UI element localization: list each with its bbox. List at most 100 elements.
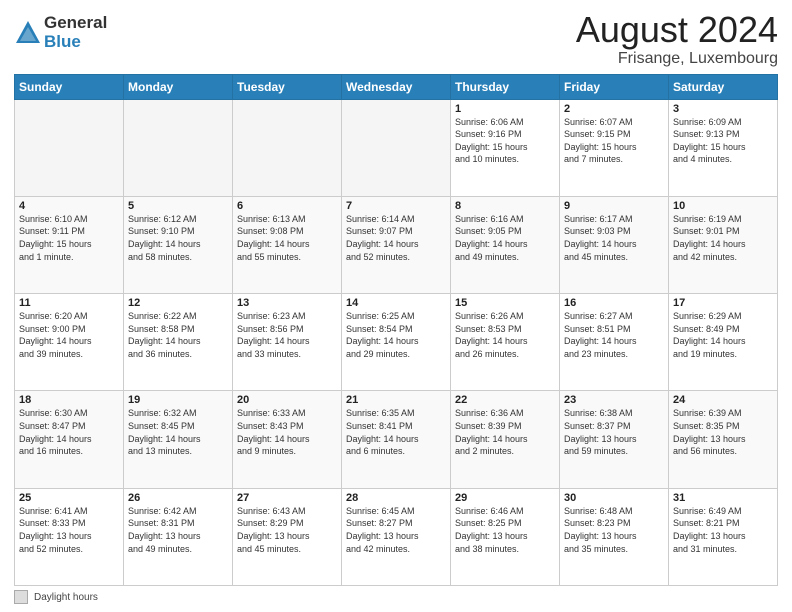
- calendar-header-row: Sunday Monday Tuesday Wednesday Thursday…: [15, 74, 778, 99]
- day-number: 30: [564, 492, 664, 504]
- month-title: August 2024: [576, 10, 778, 50]
- table-row: 4Sunrise: 6:10 AM Sunset: 9:11 PM Daylig…: [15, 196, 124, 293]
- day-info: Sunrise: 6:41 AM Sunset: 8:33 PM Dayligh…: [19, 505, 119, 555]
- day-number: 10: [673, 200, 773, 212]
- table-row: 3Sunrise: 6:09 AM Sunset: 9:13 PM Daylig…: [669, 99, 778, 196]
- col-wednesday: Wednesday: [342, 74, 451, 99]
- day-info: Sunrise: 6:14 AM Sunset: 9:07 PM Dayligh…: [346, 213, 446, 263]
- day-info: Sunrise: 6:16 AM Sunset: 9:05 PM Dayligh…: [455, 213, 555, 263]
- footer: Daylight hours: [14, 590, 778, 604]
- day-number: 16: [564, 297, 664, 309]
- day-number: 11: [19, 297, 119, 309]
- day-number: 24: [673, 394, 773, 406]
- day-number: 9: [564, 200, 664, 212]
- col-tuesday: Tuesday: [233, 74, 342, 99]
- day-number: 23: [564, 394, 664, 406]
- day-info: Sunrise: 6:13 AM Sunset: 9:08 PM Dayligh…: [237, 213, 337, 263]
- table-row: 12Sunrise: 6:22 AM Sunset: 8:58 PM Dayli…: [124, 294, 233, 391]
- table-row: 14Sunrise: 6:25 AM Sunset: 8:54 PM Dayli…: [342, 294, 451, 391]
- table-row: 25Sunrise: 6:41 AM Sunset: 8:33 PM Dayli…: [15, 488, 124, 585]
- day-info: Sunrise: 6:25 AM Sunset: 8:54 PM Dayligh…: [346, 310, 446, 360]
- location: Frisange, Luxembourg: [576, 50, 778, 68]
- title-block: August 2024 Frisange, Luxembourg: [576, 10, 778, 68]
- day-number: 21: [346, 394, 446, 406]
- day-number: 8: [455, 200, 555, 212]
- day-info: Sunrise: 6:07 AM Sunset: 9:15 PM Dayligh…: [564, 116, 664, 166]
- day-number: 27: [237, 492, 337, 504]
- table-row: 8Sunrise: 6:16 AM Sunset: 9:05 PM Daylig…: [451, 196, 560, 293]
- day-info: Sunrise: 6:45 AM Sunset: 8:27 PM Dayligh…: [346, 505, 446, 555]
- day-info: Sunrise: 6:49 AM Sunset: 8:21 PM Dayligh…: [673, 505, 773, 555]
- table-row: 28Sunrise: 6:45 AM Sunset: 8:27 PM Dayli…: [342, 488, 451, 585]
- day-number: 18: [19, 394, 119, 406]
- day-info: Sunrise: 6:27 AM Sunset: 8:51 PM Dayligh…: [564, 310, 664, 360]
- day-number: 2: [564, 103, 664, 115]
- day-number: 29: [455, 492, 555, 504]
- table-row: 21Sunrise: 6:35 AM Sunset: 8:41 PM Dayli…: [342, 391, 451, 488]
- day-info: Sunrise: 6:19 AM Sunset: 9:01 PM Dayligh…: [673, 213, 773, 263]
- col-monday: Monday: [124, 74, 233, 99]
- day-info: Sunrise: 6:20 AM Sunset: 9:00 PM Dayligh…: [19, 310, 119, 360]
- logo-general-text: General: [44, 14, 107, 33]
- day-info: Sunrise: 6:23 AM Sunset: 8:56 PM Dayligh…: [237, 310, 337, 360]
- table-row: 10Sunrise: 6:19 AM Sunset: 9:01 PM Dayli…: [669, 196, 778, 293]
- table-row: 15Sunrise: 6:26 AM Sunset: 8:53 PM Dayli…: [451, 294, 560, 391]
- day-info: Sunrise: 6:33 AM Sunset: 8:43 PM Dayligh…: [237, 407, 337, 457]
- table-row: [15, 99, 124, 196]
- day-number: 14: [346, 297, 446, 309]
- day-number: 12: [128, 297, 228, 309]
- table-row: 9Sunrise: 6:17 AM Sunset: 9:03 PM Daylig…: [560, 196, 669, 293]
- table-row: 19Sunrise: 6:32 AM Sunset: 8:45 PM Dayli…: [124, 391, 233, 488]
- table-row: 17Sunrise: 6:29 AM Sunset: 8:49 PM Dayli…: [669, 294, 778, 391]
- day-number: 15: [455, 297, 555, 309]
- day-info: Sunrise: 6:06 AM Sunset: 9:16 PM Dayligh…: [455, 116, 555, 166]
- day-number: 31: [673, 492, 773, 504]
- day-number: 20: [237, 394, 337, 406]
- day-info: Sunrise: 6:22 AM Sunset: 8:58 PM Dayligh…: [128, 310, 228, 360]
- day-info: Sunrise: 6:17 AM Sunset: 9:03 PM Dayligh…: [564, 213, 664, 263]
- calendar-week-row: 1Sunrise: 6:06 AM Sunset: 9:16 PM Daylig…: [15, 99, 778, 196]
- table-row: 20Sunrise: 6:33 AM Sunset: 8:43 PM Dayli…: [233, 391, 342, 488]
- table-row: [342, 99, 451, 196]
- table-row: 6Sunrise: 6:13 AM Sunset: 9:08 PM Daylig…: [233, 196, 342, 293]
- table-row: 26Sunrise: 6:42 AM Sunset: 8:31 PM Dayli…: [124, 488, 233, 585]
- table-row: 31Sunrise: 6:49 AM Sunset: 8:21 PM Dayli…: [669, 488, 778, 585]
- logo: General Blue: [14, 14, 107, 51]
- table-row: 11Sunrise: 6:20 AM Sunset: 9:00 PM Dayli…: [15, 294, 124, 391]
- day-info: Sunrise: 6:42 AM Sunset: 8:31 PM Dayligh…: [128, 505, 228, 555]
- day-info: Sunrise: 6:43 AM Sunset: 8:29 PM Dayligh…: [237, 505, 337, 555]
- header: General Blue August 2024 Frisange, Luxem…: [14, 10, 778, 68]
- col-thursday: Thursday: [451, 74, 560, 99]
- table-row: 30Sunrise: 6:48 AM Sunset: 8:23 PM Dayli…: [560, 488, 669, 585]
- day-info: Sunrise: 6:35 AM Sunset: 8:41 PM Dayligh…: [346, 407, 446, 457]
- day-info: Sunrise: 6:26 AM Sunset: 8:53 PM Dayligh…: [455, 310, 555, 360]
- day-number: 28: [346, 492, 446, 504]
- day-info: Sunrise: 6:30 AM Sunset: 8:47 PM Dayligh…: [19, 407, 119, 457]
- day-info: Sunrise: 6:12 AM Sunset: 9:10 PM Dayligh…: [128, 213, 228, 263]
- col-sunday: Sunday: [15, 74, 124, 99]
- day-info: Sunrise: 6:29 AM Sunset: 8:49 PM Dayligh…: [673, 310, 773, 360]
- table-row: 27Sunrise: 6:43 AM Sunset: 8:29 PM Dayli…: [233, 488, 342, 585]
- day-number: 3: [673, 103, 773, 115]
- table-row: [124, 99, 233, 196]
- table-row: 5Sunrise: 6:12 AM Sunset: 9:10 PM Daylig…: [124, 196, 233, 293]
- day-number: 7: [346, 200, 446, 212]
- day-number: 25: [19, 492, 119, 504]
- day-number: 17: [673, 297, 773, 309]
- col-saturday: Saturday: [669, 74, 778, 99]
- day-info: Sunrise: 6:09 AM Sunset: 9:13 PM Dayligh…: [673, 116, 773, 166]
- table-row: 24Sunrise: 6:39 AM Sunset: 8:35 PM Dayli…: [669, 391, 778, 488]
- day-number: 5: [128, 200, 228, 212]
- day-number: 1: [455, 103, 555, 115]
- footer-box: [14, 590, 28, 604]
- day-number: 19: [128, 394, 228, 406]
- table-row: [233, 99, 342, 196]
- day-number: 4: [19, 200, 119, 212]
- day-info: Sunrise: 6:48 AM Sunset: 8:23 PM Dayligh…: [564, 505, 664, 555]
- calendar-week-row: 25Sunrise: 6:41 AM Sunset: 8:33 PM Dayli…: [15, 488, 778, 585]
- table-row: 13Sunrise: 6:23 AM Sunset: 8:56 PM Dayli…: [233, 294, 342, 391]
- footer-label: Daylight hours: [34, 592, 98, 603]
- table-row: 22Sunrise: 6:36 AM Sunset: 8:39 PM Dayli…: [451, 391, 560, 488]
- table-row: 23Sunrise: 6:38 AM Sunset: 8:37 PM Dayli…: [560, 391, 669, 488]
- calendar-week-row: 11Sunrise: 6:20 AM Sunset: 9:00 PM Dayli…: [15, 294, 778, 391]
